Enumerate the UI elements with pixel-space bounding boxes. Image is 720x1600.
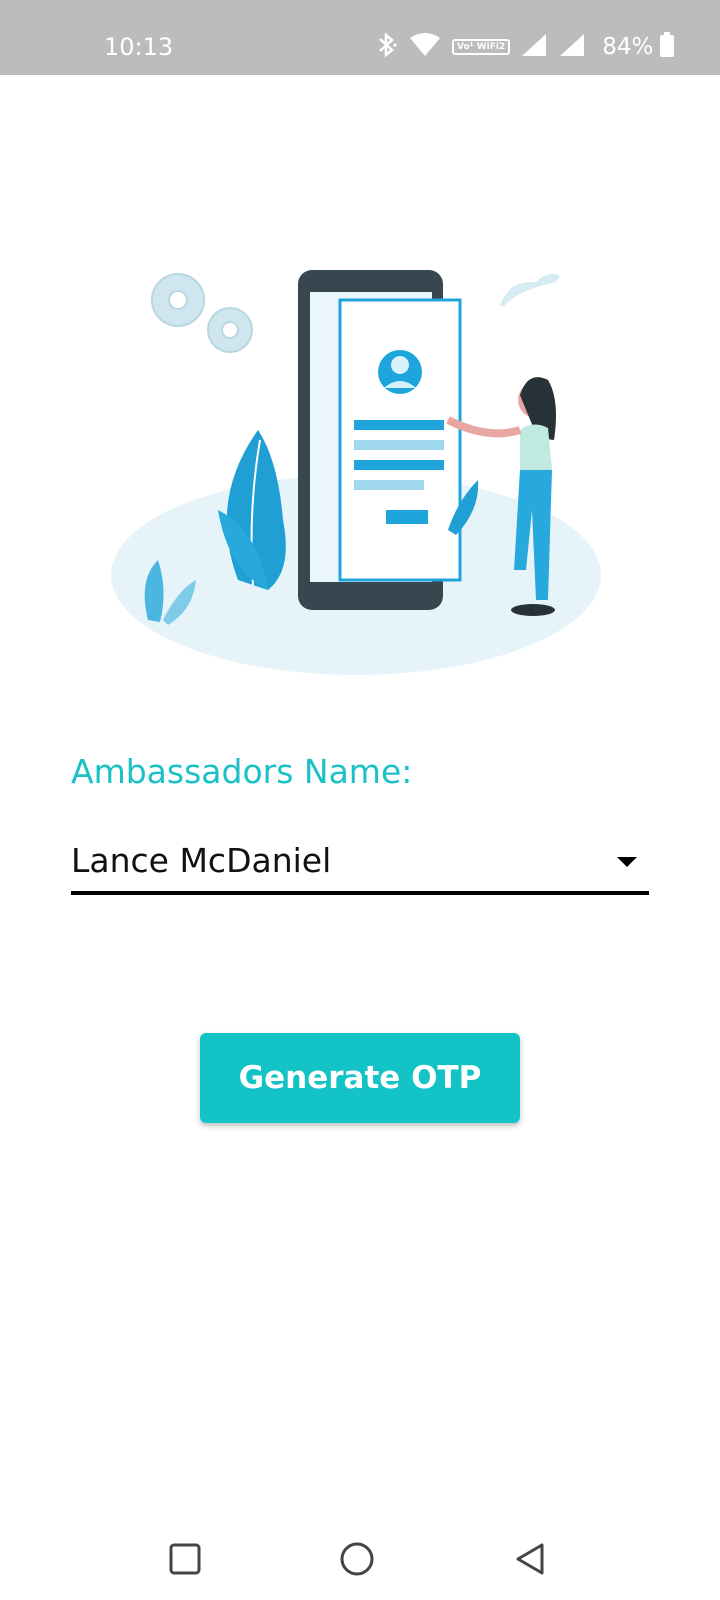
recents-square-icon[interactable]	[160, 1534, 210, 1584]
bluetooth-icon	[376, 32, 398, 62]
signal-icon	[558, 32, 586, 62]
system-nav-bar	[0, 1520, 720, 1600]
login-illustration	[108, 270, 608, 680]
back-triangle-icon[interactable]	[505, 1534, 555, 1584]
gear-icon	[151, 273, 253, 353]
dropdown-selected-value: Lance McDaniel	[71, 841, 332, 880]
ambassador-name-label: Ambassadors Name:	[71, 752, 413, 791]
dropdown-arrow-icon	[617, 857, 637, 867]
generate-otp-button[interactable]: Generate OTP	[200, 1033, 520, 1123]
home-circle-icon[interactable]	[332, 1534, 382, 1584]
signal-icon	[520, 32, 548, 62]
status-icons: Vo¹ WiFi2 84%	[376, 32, 675, 62]
battery-percent: 84%	[602, 34, 654, 60]
ambassador-name-dropdown[interactable]: Lance McDaniel	[71, 835, 649, 895]
wifi-icon	[408, 32, 442, 62]
status-bar: 10:13 Vo¹ WiFi2 84%	[0, 0, 720, 75]
status-time: 10:13	[104, 33, 174, 61]
vowifi-icon: Vo¹ WiFi2	[452, 39, 511, 55]
battery-icon	[659, 32, 675, 62]
